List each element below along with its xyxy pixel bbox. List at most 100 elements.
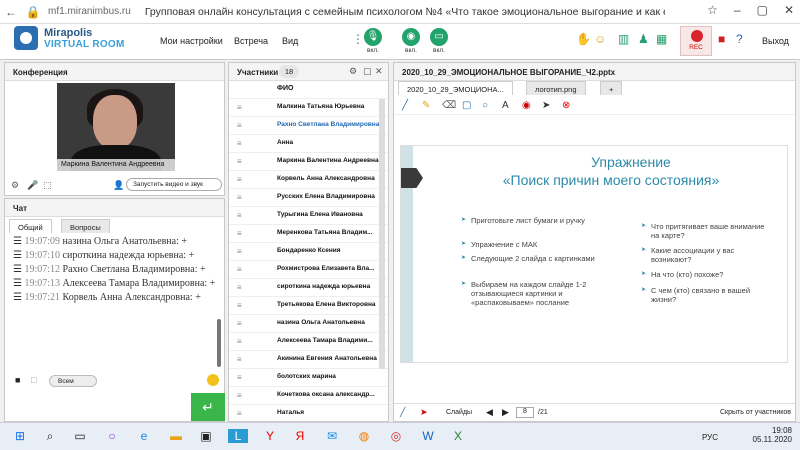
participant-row[interactable]: ≡ Алексеева Тамара Владими...: [229, 333, 388, 351]
drag-handle-icon[interactable]: ≡: [237, 193, 242, 202]
participant-row[interactable]: ≡ Третьякова Елена Викторовна: [229, 297, 388, 315]
pointer-icon[interactable]: ➤: [542, 100, 550, 111]
drag-handle-icon[interactable]: ≡: [237, 337, 242, 346]
menu-view[interactable]: Вид: [282, 36, 298, 46]
tab-logo[interactable]: логотип.png: [526, 81, 586, 95]
tab-questions[interactable]: Вопросы: [61, 219, 110, 233]
task-view-icon[interactable]: ▭: [70, 429, 90, 443]
bookmark-icon[interactable]: ☆: [707, 3, 718, 17]
help-icon[interactable]: ?: [736, 32, 743, 46]
expand-icon[interactable]: ▢: [363, 66, 372, 77]
text-color-icon[interactable]: ■: [15, 375, 20, 385]
drag-handle-icon[interactable]: ≡: [237, 103, 242, 112]
participant-row[interactable]: ≡ назина Ольга Анатольевна: [229, 315, 388, 333]
emoji-icon[interactable]: ☺: [594, 32, 606, 46]
next-slide-button[interactable]: ▶: [502, 407, 509, 418]
mail-icon[interactable]: ✉: [322, 429, 342, 443]
participant-row[interactable]: ≡ болотских марина: [229, 369, 388, 387]
settings-icon[interactable]: ⚙: [349, 66, 357, 77]
screen-share-button[interactable]: ▭: [430, 28, 448, 46]
slide-canvas[interactable]: Упражнение «Поиск причин моего состояния…: [400, 145, 788, 363]
close-icon[interactable]: ✕: [784, 3, 794, 17]
drag-handle-icon[interactable]: ≡: [237, 229, 242, 238]
participant-row[interactable]: ≡ Русских Елена Владимировна: [229, 189, 388, 207]
mic-settings-icon[interactable]: 🎤: [27, 180, 38, 191]
drag-handle-icon[interactable]: ≡: [237, 139, 242, 148]
presenter-video[interactable]: Маркина Валентина Андреевна: [57, 83, 175, 171]
camera-button[interactable]: ◉: [402, 28, 420, 46]
drag-handle-icon[interactable]: ≡: [237, 391, 242, 400]
video-settings-icon[interactable]: ⚙: [11, 180, 19, 191]
url-text[interactable]: mf1.miranimbus.ru: [48, 6, 131, 17]
windows-start-icon[interactable]: ⊞: [10, 429, 30, 443]
drag-handle-icon[interactable]: ≡: [237, 175, 242, 184]
drag-handle-icon[interactable]: ≡: [237, 373, 242, 382]
hide-from-participants-button[interactable]: Скрыть от участников: [720, 409, 791, 416]
participant-row[interactable]: ≡ Корвель Анна Александровна: [229, 171, 388, 189]
yandex-browser-icon[interactable]: Y: [260, 429, 280, 443]
bg-color-icon[interactable]: □: [31, 375, 36, 385]
eraser-icon[interactable]: ⌫: [442, 100, 456, 111]
system-clock[interactable]: 19:08 05.11.2020: [753, 426, 792, 444]
participant-row[interactable]: ≡ Малкина Татьяна Юрьевна: [229, 99, 388, 117]
chat-scrollbar[interactable]: [217, 319, 221, 367]
text-icon[interactable]: A: [502, 100, 509, 111]
drag-handle-icon[interactable]: ≡: [237, 409, 242, 418]
edge-icon[interactable]: e: [134, 429, 154, 443]
drag-handle-icon[interactable]: ≡: [237, 301, 242, 310]
participant-row[interactable]: ≡ Кочеткова оксана александр...: [229, 387, 388, 405]
excel-icon[interactable]: X: [448, 429, 468, 443]
clear-icon[interactable]: ⊗: [562, 100, 570, 111]
add-tab-button[interactable]: +: [600, 81, 623, 95]
minimize-icon[interactable]: –: [734, 3, 741, 17]
participants-scrollbar[interactable]: [379, 99, 385, 369]
drag-handle-icon[interactable]: ≡: [237, 121, 242, 130]
firefox-icon[interactable]: ◍: [354, 429, 374, 443]
language-indicator[interactable]: РУС: [702, 433, 718, 442]
drag-handle-icon[interactable]: ≡: [237, 265, 242, 274]
emoji-icon[interactable]: [207, 374, 219, 386]
start-video-select[interactable]: Запустить видео и звук: [126, 178, 222, 191]
raise-hand-icon[interactable]: ✋: [576, 32, 591, 46]
opera-icon[interactable]: ◎: [386, 429, 406, 443]
pen-mode-icon[interactable]: ╱: [400, 407, 405, 418]
ellipse-icon[interactable]: ○: [482, 100, 488, 111]
recipient-select[interactable]: Всем: [49, 375, 97, 387]
app-l-icon[interactable]: L: [228, 429, 248, 443]
prev-slide-button[interactable]: ◀: [486, 407, 493, 418]
participant-row[interactable]: ≡ Маркина Валентина Андреевна: [229, 153, 388, 171]
alice-icon[interactable]: ○: [102, 429, 122, 443]
marker-icon[interactable]: ✎: [422, 100, 430, 111]
mic-slider-icon[interactable]: ⋮: [352, 32, 364, 46]
yandex-icon[interactable]: Я: [290, 429, 310, 443]
tab-presentation[interactable]: 2020_10_29_ЭМОЦИОНА...: [398, 81, 513, 95]
store-icon[interactable]: ▣: [196, 429, 216, 443]
pen-icon[interactable]: ╱: [402, 100, 408, 111]
layout-icon[interactable]: ▦: [656, 32, 667, 46]
drag-handle-icon[interactable]: ≡: [237, 157, 242, 166]
back-icon[interactable]: ←: [0, 5, 22, 19]
menu-meeting[interactable]: Встреча: [234, 36, 268, 46]
maximize-icon[interactable]: ▢: [757, 3, 768, 17]
participant-row[interactable]: ≡ Рахно Светлана Владимировна: [229, 117, 388, 135]
drag-handle-icon[interactable]: ≡: [237, 211, 242, 220]
participant-row[interactable]: ≡ Турыгина Елена Ивановна: [229, 207, 388, 225]
participant-row[interactable]: ≡ Наталья: [229, 405, 388, 423]
tab-general[interactable]: Общий: [9, 219, 52, 233]
lock-icon[interactable]: 🔒: [22, 5, 44, 19]
participant-row[interactable]: ≡ сироткина надежда юрьевна: [229, 279, 388, 297]
share-settings-icon[interactable]: ⬚: [43, 180, 52, 191]
word-icon[interactable]: W: [418, 429, 438, 443]
exit-button[interactable]: Выход: [762, 36, 789, 46]
participant-row[interactable]: ≡ Меренкова Татьяна Владим...: [229, 225, 388, 243]
search-icon[interactable]: ⌕: [40, 429, 60, 444]
drag-handle-icon[interactable]: ≡: [237, 319, 242, 328]
drag-handle-icon[interactable]: ≡: [237, 283, 242, 292]
participant-row[interactable]: ≡ Акинина Евгения Анатольевна: [229, 351, 388, 369]
close-panel-icon[interactable]: ✕: [375, 66, 383, 77]
drag-handle-icon[interactable]: ≡: [237, 355, 242, 364]
stats-icon[interactable]: ▥: [618, 32, 629, 46]
participant-row[interactable]: ≡ Бондаренко Ксения: [229, 243, 388, 261]
menu-my-settings[interactable]: Мои настройки: [160, 36, 223, 46]
participant-row[interactable]: ≡ Рохмистрова Елизавета Вла...: [229, 261, 388, 279]
